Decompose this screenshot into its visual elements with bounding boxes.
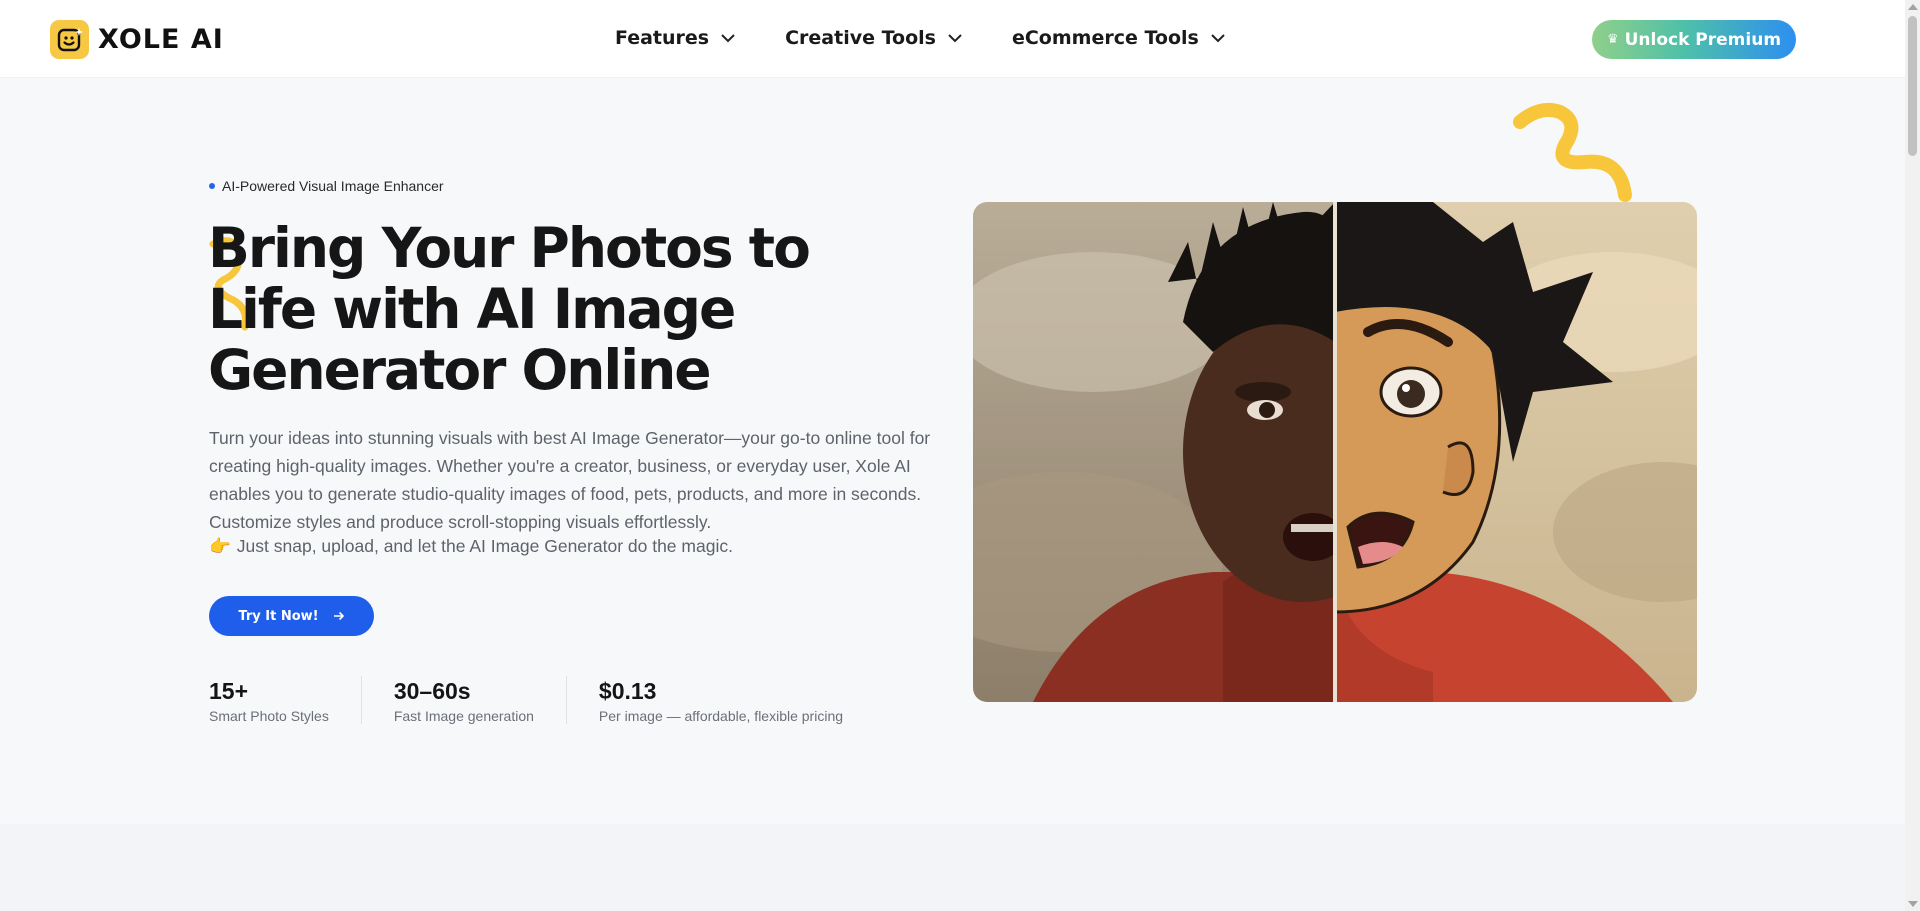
page-scrollbar[interactable]	[1905, 0, 1920, 911]
stat-item: 15+ Smart Photo Styles	[209, 676, 362, 724]
arrow-right-icon	[333, 611, 344, 621]
scrollbar-thumb[interactable]	[1908, 16, 1917, 156]
hero-eyebrow: AI-Powered Visual Image Enhancer	[209, 178, 444, 194]
try-it-now-button[interactable]: Try It Now!	[209, 596, 374, 636]
chevron-down-icon	[721, 33, 735, 42]
stat-label: Fast Image generation	[393, 708, 534, 724]
eyebrow-text: AI-Powered Visual Image Enhancer	[222, 178, 444, 194]
unlock-premium-label: Unlock Premium	[1624, 29, 1782, 50]
hero-tip: 👉 Just snap, upload, and let the AI Image…	[209, 536, 733, 557]
scroll-up-arrow-icon[interactable]	[1908, 4, 1918, 10]
brand-name: XOLE AI	[98, 24, 224, 55]
pointing-hand-icon: 👉	[209, 536, 231, 556]
scroll-down-arrow-icon[interactable]	[1908, 901, 1918, 907]
nav-creative-tools[interactable]: Creative Tools	[785, 27, 962, 49]
stat-value: 30–60s	[393, 678, 471, 704]
hero-description: Turn your ideas into stunning visuals wi…	[209, 428, 931, 532]
next-section	[0, 824, 1905, 911]
nav-ecommerce-tools-label: eCommerce Tools	[1011, 27, 1199, 49]
squiggle-decoration	[1513, 103, 1632, 202]
try-it-now-label: Try It Now!	[238, 608, 319, 624]
nav-features-label: Features	[615, 27, 710, 49]
logo-smiley-icon	[50, 20, 89, 59]
hero-stats: 15+ Smart Photo Styles 30–60s Fast Image…	[209, 676, 907, 724]
unlock-premium-button[interactable]: ♛ Unlock Premium	[1592, 20, 1796, 59]
nav-creative-tools-label: Creative Tools	[785, 27, 936, 49]
comparison-divider-handle[interactable]	[1333, 202, 1337, 702]
stat-value: 15+	[209, 678, 249, 704]
hero-tip-text: Just snap, upload, and let the AI Image …	[236, 536, 733, 556]
crown-icon: ♛	[1606, 32, 1619, 47]
eyebrow-dot	[209, 183, 215, 189]
chevron-down-icon	[1211, 33, 1225, 42]
nav-features[interactable]: Features	[615, 27, 735, 49]
stat-label: Per image — affordable, flexible pricing	[598, 708, 844, 724]
stat-label: Smart Photo Styles	[209, 708, 329, 724]
before-after-comparison-image[interactable]	[973, 202, 1697, 702]
main-nav: Features Creative Tools eCommerce Tools	[615, 27, 1275, 49]
hero-headline: Bring Your Photos to Life with AI Image …	[208, 216, 811, 402]
nav-ecommerce-tools[interactable]: eCommerce Tools	[1012, 27, 1225, 49]
site-header: XOLE AI Features Creative Tools eCommerc…	[0, 0, 1905, 78]
stat-item: 30–60s Fast Image generation	[394, 676, 567, 724]
chevron-down-icon	[948, 33, 962, 42]
stat-value: $0.13	[598, 678, 657, 704]
stat-item: $0.13 Per image — affordable, flexible p…	[599, 676, 875, 724]
brand-logo[interactable]: XOLE AI	[50, 20, 224, 59]
